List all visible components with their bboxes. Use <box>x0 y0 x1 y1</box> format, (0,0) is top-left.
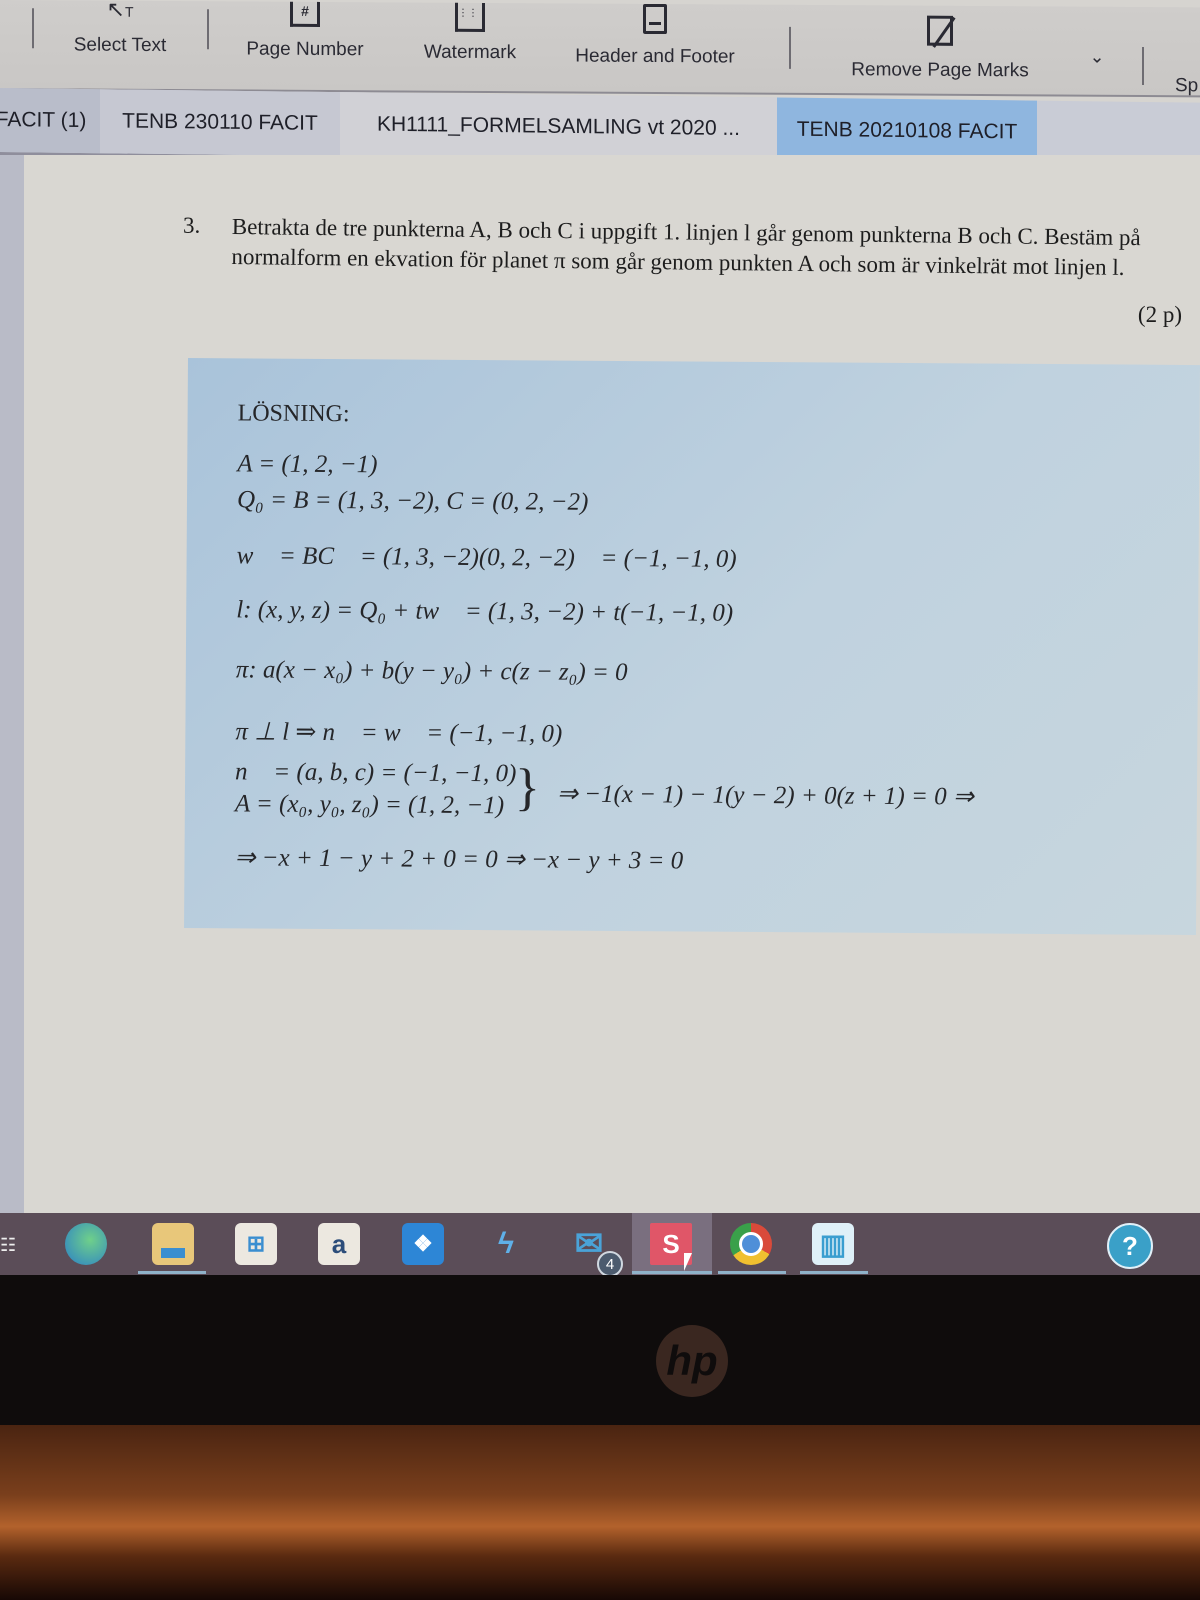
header-footer-button[interactable]: Header and Footer <box>565 3 745 68</box>
solution-line: Q₀ = B = (1, 3, −2), C = (0, 2, −2) <box>236 486 589 516</box>
page-number-label: Page Number <box>246 38 364 61</box>
tab-kh1111-formelsamling[interactable]: KH1111_FORMELSAMLING vt 2020 ... <box>340 92 777 162</box>
help-icon[interactable]: ? <box>1107 1223 1153 1269</box>
watermark-button[interactable]: ⋮⋮⋮ Watermark <box>410 2 530 65</box>
page-number-icon: # <box>290 1 320 27</box>
solution-line: A = (x₀, y₀, z₀) = (1, 2, −1) <box>234 790 505 820</box>
remove-page-marks-icon <box>927 15 956 48</box>
toolbar-separator <box>32 8 34 49</box>
running-indicator <box>718 1271 786 1274</box>
brace: } <box>514 759 541 817</box>
select-text-button[interactable]: ↖T Select Text <box>60 0 180 57</box>
running-indicator <box>632 1271 712 1274</box>
solution-line: ⇒ −1(x − 1) − 1(y − 2) + 0(z + 1) = 0 ⇒ <box>556 780 974 811</box>
edge-icon[interactable] <box>65 1223 107 1265</box>
question-number: 3. <box>183 213 201 238</box>
header-footer-icon <box>643 3 667 35</box>
solution-line: w⃗ = BC⃗ = (1, 3, −2)(0, 2, −2)⃗ = (−1, … <box>236 542 737 573</box>
solution-line: π: a(x − x₀) + b(y − y₀) + c(z − z₀) = 0 <box>235 656 628 687</box>
toolbar-separator <box>1142 46 1144 85</box>
tab-label: FACIT (1) <box>0 107 87 133</box>
question-points: (2 p) <box>1137 302 1182 327</box>
screen: ↖T Select Text # Page Number ⋮⋮⋮ Waterma… <box>0 0 1200 1275</box>
remove-page-marks-button[interactable]: Remove Page Marks <box>840 15 1040 82</box>
toolbar-separator <box>207 9 209 50</box>
city-app-icon[interactable]: ▥ <box>812 1223 854 1265</box>
toolbar-separator <box>789 26 791 69</box>
watermark-label: Watermark <box>423 41 517 64</box>
remove-page-marks-label: Remove Page Marks <box>851 59 1029 82</box>
select-text-label: Select Text <box>73 34 167 57</box>
solution-line: ⇒ −x + 1 − y + 2 + 0 = 0 ⇒ −x − y + 3 = … <box>234 844 684 875</box>
amazon-icon[interactable]: a <box>318 1223 360 1265</box>
question-text: Betrakta de tre punkterna A, B och C i u… <box>231 213 1141 280</box>
file-explorer-icon[interactable] <box>152 1223 194 1265</box>
solution-line: π ⊥ l ⇒ n⃗ = w⃗ = (−1, −1, 0) <box>235 718 563 748</box>
solution-box: LÖSNING: A = (1, 2, −1) Q₀ = B = (1, 3, … <box>184 358 1200 936</box>
solution-line: A = (1, 2, −1) <box>237 450 378 479</box>
tab-facit-1[interactable]: FACIT (1) <box>0 88 100 154</box>
select-text-icon: ↖T <box>106 0 134 22</box>
toolbar-item-partial[interactable]: Sp <box>1175 75 1200 97</box>
running-indicator <box>138 1271 206 1274</box>
dropbox-icon[interactable]: ❖ <box>402 1223 444 1265</box>
solution-line: l: (x, y, z) = Q₀ + tw⃗ = (1, 3, −2) + t… <box>236 596 734 627</box>
partial-label: Sp <box>1175 75 1199 97</box>
desk-surface <box>0 1425 1200 1600</box>
task-view-icon[interactable]: ☷ <box>0 1235 16 1256</box>
mouse-cursor-icon <box>684 1253 700 1271</box>
hp-logo: hp <box>656 1325 728 1397</box>
tab-label: TENB 20210108 FACIT <box>796 117 1018 144</box>
taskbar: ☷ ⊞ a ❖ ϟ ✉ 4 S ▥ ? <box>0 1213 1200 1275</box>
tab-label: KH1111_FORMELSAMLING vt 2020 ... <box>377 112 740 141</box>
running-indicator <box>800 1271 868 1274</box>
header-footer-label: Header and Footer <box>575 45 735 68</box>
solution-line: n⃗ = (a, b, c) = (−1, −1, 0) <box>235 758 517 788</box>
solution-title: LÖSNING: <box>237 400 350 428</box>
tab-tenb-230110-facit[interactable]: TENB 230110 FACIT <box>100 89 340 157</box>
toolbar: ↖T Select Text # Page Number ⋮⋮⋮ Waterma… <box>0 0 1200 98</box>
mail-badge: 4 <box>597 1251 623 1275</box>
microsoft-store-icon[interactable]: ⊞ <box>235 1223 277 1265</box>
left-gutter <box>0 155 24 1215</box>
monitor-bezel <box>0 1275 1200 1425</box>
app-bolt-icon[interactable]: ϟ <box>485 1223 527 1265</box>
watermark-icon: ⋮⋮⋮ <box>455 2 488 32</box>
chevron-down-icon[interactable]: ⌄ <box>1085 47 1109 68</box>
tab-label: TENB 230110 FACIT <box>122 109 318 135</box>
chrome-icon[interactable] <box>730 1223 772 1265</box>
page-number-button[interactable]: # Page Number <box>235 1 375 61</box>
